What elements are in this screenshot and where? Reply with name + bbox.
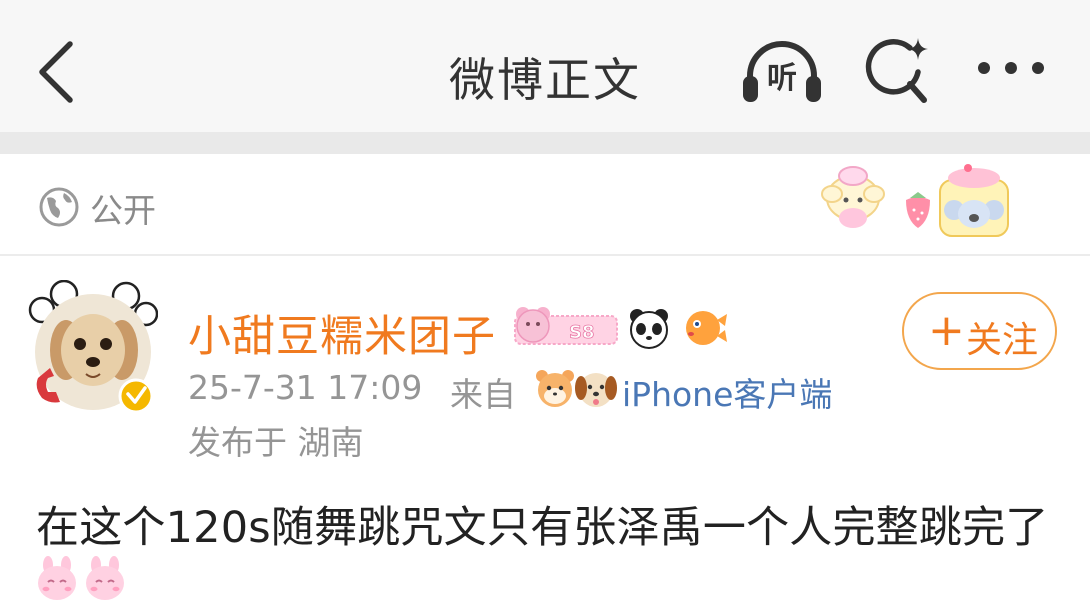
follow-label: 关注 [966,320,1039,361]
post-time: 25-7-31 17:09 [188,368,423,407]
from-label: 来自 [450,375,516,414]
client-emojis [536,370,617,407]
search-sparkle-icon [865,38,928,103]
section-divider [0,132,1090,154]
dog-emoji-icon [575,373,617,407]
pufferfish-icon [686,311,727,345]
plus-icon: + [928,305,965,356]
hamster-emoji-icon [536,370,574,407]
visibility-label: 公开 [90,191,156,230]
avatar[interactable] [28,279,159,416]
decorative-stickers [821,164,1009,237]
bear-level-badge[interactable]: S8 [514,307,618,345]
top-navbar: 微博正文 听 [0,0,1090,132]
post-text: 在这个120s随舞跳咒文只有张泽禹一个人完整跳完了 [36,503,1049,553]
more-button[interactable] [972,50,1050,86]
post-location: 发布于 湖南 [188,423,364,462]
visibility-row: 公开 [0,154,1090,256]
username[interactable]: 小甜豆糯米团子 [188,302,496,364]
search-button[interactable] [862,36,934,108]
body-emojis [38,556,124,600]
client-link[interactable]: iPhone客户端 [622,368,832,416]
listen-button[interactable]: 听 [740,36,824,106]
globe-icon [39,187,79,227]
listen-label: 听 [767,61,797,96]
avatar-image [28,279,159,414]
more-dots-icon [978,62,1044,74]
bunny-emoji-icon [38,556,76,600]
follow-button[interactable]: + 关注 [902,292,1057,370]
panda-icon [630,309,668,349]
user-badges: S8 [514,307,727,349]
bunny-emoji-icon [86,556,124,600]
badge-level-text: S8 [569,322,595,343]
